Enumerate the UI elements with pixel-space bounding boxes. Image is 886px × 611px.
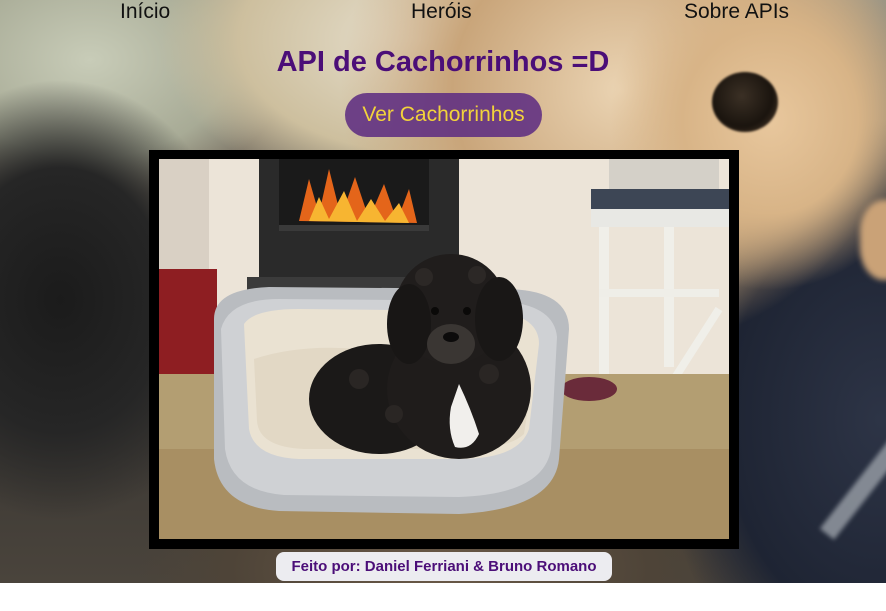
nav-link-home[interactable]: Início	[120, 0, 170, 24]
top-navigation: Início Heróis Sobre APIs	[0, 0, 886, 26]
dog-photo	[159, 159, 729, 539]
nav-link-about-apis[interactable]: Sobre APIs	[684, 0, 789, 24]
background-dog-eye	[712, 72, 778, 132]
nav-link-heroes[interactable]: Heróis	[411, 0, 472, 24]
background-stripe	[819, 418, 886, 540]
view-puppies-button[interactable]: Ver Cachorrinhos	[345, 93, 542, 137]
background-dog-snout	[860, 200, 886, 280]
dog-image-frame	[149, 150, 739, 549]
footer-credit: Feito por: Daniel Ferriani & Bruno Roman…	[276, 552, 612, 581]
page-title: API de Cachorrinhos =D	[276, 46, 610, 78]
